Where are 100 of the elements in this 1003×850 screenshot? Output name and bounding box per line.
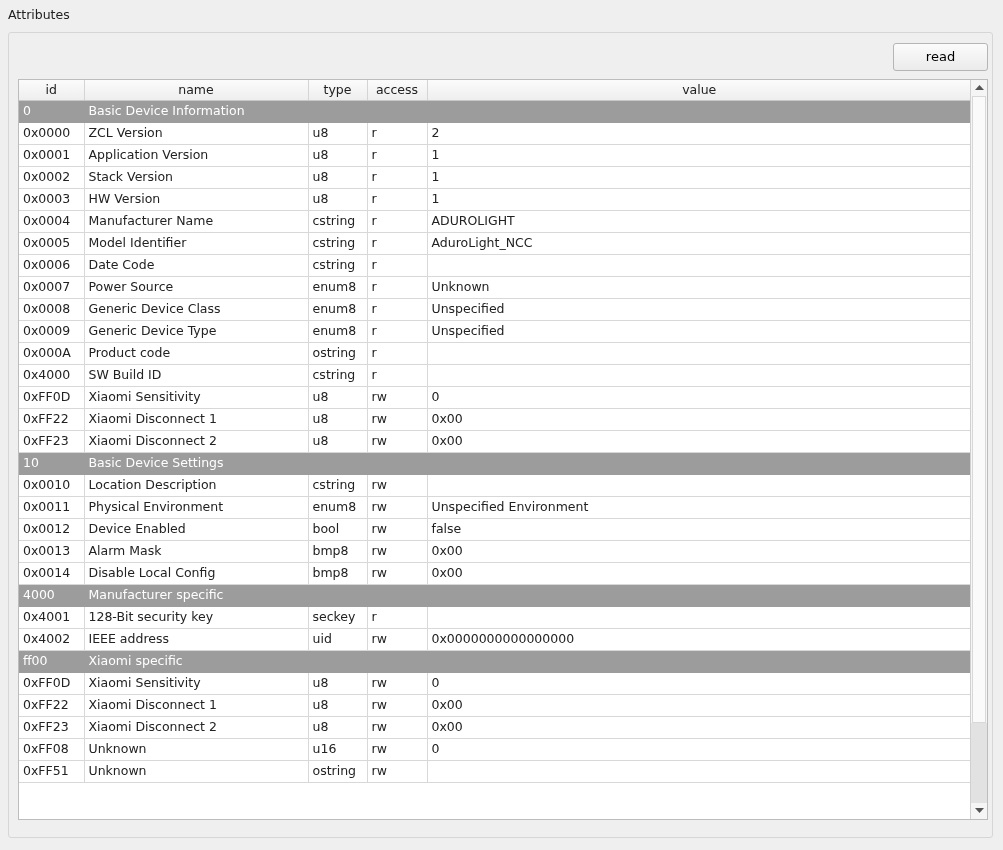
attribute-type: u8 [312,169,329,185]
cluster-name: Basic Device Settings [88,455,224,471]
attribute-access: r [371,323,377,339]
attribute-value: ADUROLIGHT [431,213,515,229]
attribute-name: Disable Local Config [88,565,216,581]
attribute-id: 0x0001 [23,147,71,163]
attribute-access: rw [371,697,387,713]
attribute-name: Date Code [88,257,155,273]
attribute-type: seckey [312,609,356,625]
column-header[interactable]: name [84,79,308,101]
attribute-access: rw [371,433,387,449]
attribute-id: 0x0002 [23,169,71,185]
vertical-scrollbar[interactable] [970,79,987,819]
attribute-type: u8 [312,191,329,207]
attribute-name: Generic Device Class [88,301,221,317]
group-title: Attributes [8,6,70,24]
column-header[interactable]: id [19,79,84,101]
attribute-access: rw [371,389,387,405]
cluster-id: 0 [23,103,31,119]
attribute-value: 0x00 [431,411,463,427]
attribute-id: 0x0006 [23,257,71,273]
column-header[interactable]: value [427,79,970,101]
attribute-id: 0x0010 [23,477,71,493]
attribute-value: 0 [431,741,440,757]
attribute-id: 0x0004 [23,213,71,229]
attribute-id: 0x4000 [23,367,71,383]
attribute-access: rw [371,521,387,537]
attribute-access: rw [371,411,387,427]
attribute-name: Manufacturer Name [88,213,214,229]
attribute-type: enum8 [312,279,357,295]
attribute-value: 1 [431,169,440,185]
attribute-type: u16 [312,741,337,757]
attribute-id: 0x000A [23,345,71,361]
attribute-name: Unknown [88,763,147,779]
attribute-name: Generic Device Type [88,323,217,339]
attribute-name: SW Build ID [88,367,162,383]
attribute-value: Unspecified [431,301,505,317]
attribute-name: Xiaomi Disconnect 2 [88,719,217,735]
attribute-name: Xiaomi Sensitivity [88,389,201,405]
attribute-type: uid [312,631,332,647]
attribute-value: 0 [431,675,440,691]
attribute-type: u8 [312,389,329,405]
attribute-access: r [371,125,377,141]
attribute-name: Xiaomi Sensitivity [88,675,201,691]
attribute-value: false [431,521,462,537]
attribute-access: rw [371,675,387,691]
attribute-type: bmp8 [312,543,349,559]
attribute-id: 0x0011 [23,499,71,515]
cluster-name: Manufacturer specific [88,587,224,603]
attribute-access: r [371,279,377,295]
attribute-id: 0x4002 [23,631,71,647]
attribute-id: 0x0009 [23,323,71,339]
attribute-type: u8 [312,675,329,691]
attribute-id: 0xFF51 [23,763,69,779]
attribute-access: rw [371,477,387,493]
attribute-access: rw [371,565,387,581]
attribute-value: 2 [431,125,440,141]
attribute-id: 0xFF08 [23,741,69,757]
cluster-id: 4000 [23,587,55,603]
scroll-up-icon[interactable] [974,85,984,91]
attribute-type: u8 [312,719,329,735]
read-button[interactable]: read [893,42,988,71]
attribute-name: Application Version [88,147,209,163]
attribute-value: 0x00 [431,433,463,449]
attribute-name: Power Source [88,279,174,295]
attribute-id: 0xFF23 [23,433,69,449]
attribute-name: Model Identifier [88,235,187,251]
attribute-type: cstring [312,213,356,229]
attribute-id: 0xFF0D [23,389,71,405]
attribute-value: 1 [431,191,440,207]
attribute-name: Xiaomi Disconnect 1 [88,697,217,713]
attribute-type: enum8 [312,323,357,339]
attribute-type: enum8 [312,301,357,317]
attribute-type: ostring [312,763,357,779]
scrollbar-thumb[interactable] [972,95,986,723]
attribute-name: Physical Environment [88,499,224,515]
attribute-id: 0xFF22 [23,411,69,427]
attribute-id: 0x0008 [23,301,71,317]
attribute-id: 0x0014 [23,565,71,581]
attribute-access: rw [371,631,387,647]
attribute-access: rw [371,763,387,779]
attribute-type: u8 [312,147,329,163]
attribute-id: 0x0013 [23,543,71,559]
column-header[interactable]: access [367,79,427,101]
attribute-type: cstring [312,477,356,493]
cluster-name: Basic Device Information [88,103,245,119]
attribute-type: enum8 [312,499,357,515]
scroll-down-icon[interactable] [974,808,984,814]
attribute-id: 0xFF0D [23,675,71,691]
attribute-access: rw [371,719,387,735]
attribute-type: u8 [312,125,329,141]
attribute-value: Unspecified Environment [431,499,589,515]
column-header[interactable]: type [308,79,367,101]
attribute-value: Unknown [431,279,490,295]
attribute-name: HW Version [88,191,161,207]
attribute-value: 0x0000000000000000 [431,631,575,647]
attribute-value: 0 [431,389,440,405]
attribute-access: r [371,147,377,163]
attribute-name: Device Enabled [88,521,186,537]
attribute-id: 0x0003 [23,191,71,207]
